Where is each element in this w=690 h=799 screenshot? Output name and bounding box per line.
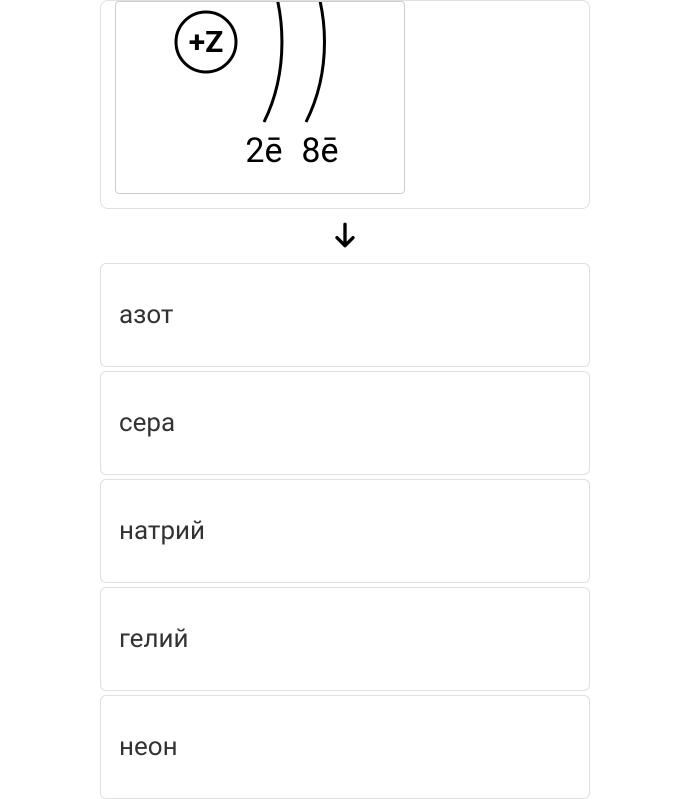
arrow-container (0, 209, 690, 263)
option-item[interactable]: натрий (100, 479, 590, 583)
nucleus-label: +Z (189, 25, 224, 60)
option-item[interactable]: азот (100, 263, 590, 367)
option-item[interactable]: гелий (100, 587, 590, 691)
option-label: неон (119, 732, 178, 762)
option-label: сера (119, 408, 175, 438)
arrow-down-icon (329, 219, 361, 251)
shell-label-1: 2ē (245, 131, 282, 171)
atom-diagram: +Z 2ē 8ē (115, 1, 405, 194)
quiz-container: +Z 2ē 8ē азот сера натрий гелий (0, 0, 690, 799)
option-item[interactable]: сера (100, 371, 590, 475)
shell-arc-2 (306, 2, 324, 122)
option-label: натрий (119, 516, 205, 546)
option-label: азот (119, 300, 173, 330)
shell-arc-1 (264, 2, 282, 122)
atom-shell-diagram: +Z 2ē 8ē (116, 2, 404, 177)
options-list: азот сера натрий гелий неон (100, 263, 590, 799)
shell-label-2: 8ē (301, 131, 338, 171)
question-card: +Z 2ē 8ē (100, 0, 590, 209)
option-item[interactable]: неон (100, 695, 590, 799)
option-label: гелий (119, 624, 189, 654)
